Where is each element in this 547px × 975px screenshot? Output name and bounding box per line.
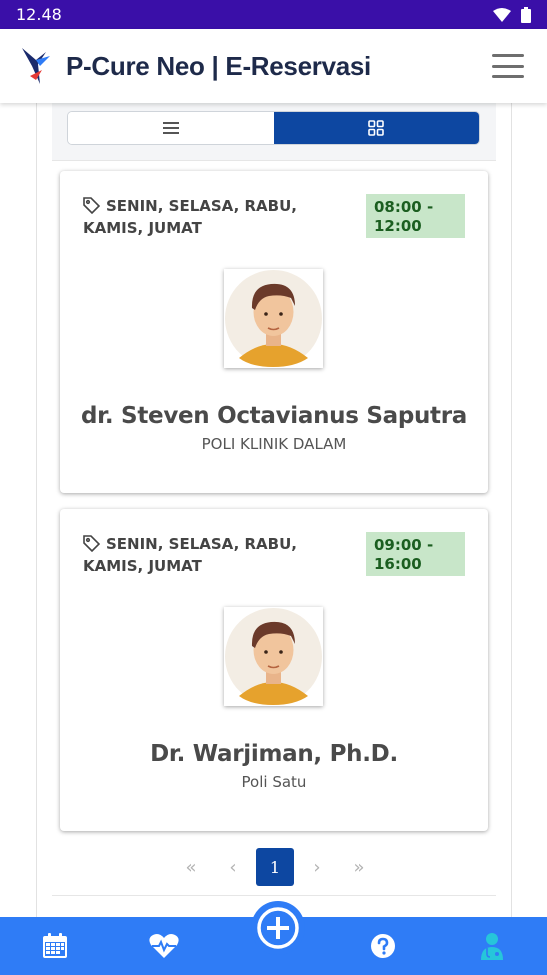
prev-page-button[interactable]: ‹ [212, 848, 254, 886]
doctor-avatar [224, 269, 323, 368]
menu-bar [492, 75, 524, 78]
help-icon [370, 934, 395, 958]
nav-health[interactable] [109, 932, 218, 960]
grid-icon [368, 120, 385, 136]
tag-icon [83, 197, 100, 214]
doctor-avatar-image [225, 270, 322, 367]
nav-help[interactable] [328, 933, 437, 959]
menu-bar [492, 64, 524, 68]
nav-doctor[interactable] [438, 932, 547, 960]
list-view-button[interactable] [68, 112, 274, 144]
doctor-avatar-image [225, 608, 322, 705]
battery-icon [521, 6, 531, 23]
schedule-days-text: SENIN, SELASA, RABU, KAMIS, JUMAT [83, 535, 297, 575]
schedule-time-badge: 08:00 - 12:00 [366, 194, 465, 238]
schedule-time-badge: 09:00 - 16:00 [366, 532, 465, 576]
add-reservation-button[interactable] [251, 901, 305, 955]
app-title: P-Cure Neo | E-Reservasi [66, 50, 371, 81]
app-logo [22, 48, 50, 84]
heartbeat-icon [149, 934, 179, 958]
doctor-poli: POLI KLINIK DALAM [201, 435, 347, 453]
first-page-button[interactable]: « [170, 848, 212, 886]
status-time: 12.48 [16, 5, 62, 24]
view-toggle [67, 111, 480, 145]
menu-bar [492, 54, 524, 57]
doctor-name: Dr. Warjiman, Ph.D. [150, 741, 398, 767]
status-icons [493, 6, 531, 23]
view-toggle-wrap [52, 103, 496, 161]
status-bar: 12.48 [0, 0, 547, 29]
nav-calendar[interactable] [0, 932, 109, 960]
last-page-button[interactable]: » [338, 848, 380, 886]
doctor-card[interactable]: SENIN, SELASA, RABU, KAMIS, JUMAT 09:00 … [60, 509, 488, 831]
wifi-icon [493, 7, 511, 22]
add-icon [257, 907, 299, 949]
pagination: « ‹ 1 › » [170, 848, 380, 886]
schedule-days: SENIN, SELASA, RABU, KAMIS, JUMAT [83, 533, 353, 577]
menu-button[interactable] [492, 54, 524, 78]
tag-icon [83, 535, 100, 552]
calendar-icon [42, 933, 67, 958]
doctor-name: dr. Steven Octavianus Saputra [80, 403, 468, 429]
divider [52, 895, 496, 896]
app-bar: P-Cure Neo | E-Reservasi [0, 29, 547, 103]
schedule-days: SENIN, SELASA, RABU, KAMIS, JUMAT [83, 195, 353, 239]
doctor-card[interactable]: SENIN, SELASA, RABU, KAMIS, JUMAT 08:00 … [60, 171, 488, 493]
grid-view-button[interactable] [273, 112, 479, 144]
doctor-poli: Poli Satu [241, 773, 307, 791]
schedule-days-text: SENIN, SELASA, RABU, KAMIS, JUMAT [83, 197, 297, 237]
doctor-icon [481, 933, 504, 960]
main-content[interactable]: SENIN, SELASA, RABU, KAMIS, JUMAT 08:00 … [0, 103, 547, 917]
doctor-avatar [224, 607, 323, 706]
list-icon [162, 122, 179, 134]
next-page-button[interactable]: › [296, 848, 338, 886]
page-1-button[interactable]: 1 [256, 848, 294, 886]
